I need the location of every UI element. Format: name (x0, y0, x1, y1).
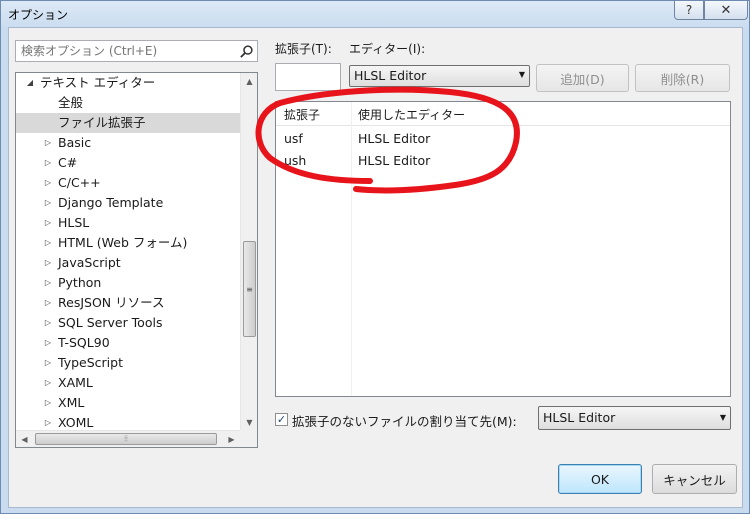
tree-item-label: TypeScript (58, 355, 123, 370)
editor-label: エディター(I): (349, 42, 426, 56)
tree-item[interactable]: 全般 (16, 93, 240, 113)
scroll-thumb[interactable]: ≡ (243, 241, 256, 337)
window-title: オプション (8, 8, 69, 22)
tree-item-label: Basic (58, 135, 92, 150)
collapsed-arrow-icon[interactable]: ▷ (42, 253, 54, 273)
tree-item-label: 全般 (58, 95, 84, 110)
collapsed-arrow-icon[interactable]: ▷ (42, 153, 54, 173)
collapsed-arrow-icon[interactable]: ▷ (42, 313, 54, 333)
tree-horizontal-scrollbar[interactable]: ◀ ⦙⦙ ▶ (16, 430, 240, 447)
collapsed-arrow-icon[interactable]: ▷ (42, 373, 54, 393)
tree-item[interactable]: ▷ ResJSON リソース (16, 293, 240, 313)
tree-vertical-scrollbar[interactable]: ▲ ≡ ▼ (240, 73, 257, 430)
tree-item-label: T-SQL90 (58, 335, 110, 350)
no-extension-editor-dropdown[interactable]: HLSL Editor ▼ (538, 406, 731, 430)
no-extension-label: 拡張子のないファイルの割り当て先(M): (292, 414, 517, 429)
collapsed-arrow-icon[interactable]: ▷ (42, 173, 54, 193)
tree-item[interactable]: ▷ HLSL (16, 213, 240, 233)
tree-item-label: XML (58, 395, 85, 410)
scroll-up-arrow-icon[interactable]: ▲ (241, 73, 257, 89)
expanded-arrow-icon[interactable]: ◢ (24, 73, 36, 93)
tree-item[interactable]: ▷ SQL Server Tools (16, 313, 240, 333)
tree-item-label: XAML (58, 375, 93, 390)
search-input[interactable] (16, 41, 236, 61)
tree-item[interactable]: ▷ Python (16, 273, 240, 293)
scroll-right-arrow-icon[interactable]: ▶ (223, 431, 240, 447)
tree-item[interactable]: ▷ C/C++ (16, 173, 240, 193)
tree-item[interactable]: ▷ Basic (16, 133, 240, 153)
list-header: 拡張子 使用したエディター (276, 102, 730, 126)
collapsed-arrow-icon[interactable]: ▷ (42, 213, 54, 233)
column-header-editor[interactable]: 使用したエディター (358, 106, 465, 123)
horizontal-scroll-thumb[interactable]: ⦙⦙ (35, 433, 217, 445)
editor-dropdown[interactable]: HLSL Editor ▼ (349, 65, 530, 87)
title-bar: オプション ? ✕ (1, 1, 749, 27)
extension-label: 拡張子(T): (275, 42, 332, 56)
no-extension-checkbox[interactable]: ✓ (275, 413, 288, 426)
collapsed-arrow-icon[interactable]: ▷ (42, 393, 54, 413)
chevron-down-icon: ▼ (518, 70, 525, 79)
tree-item[interactable]: ▷ T-SQL90 (16, 333, 240, 353)
tree-item[interactable]: ファイル拡張子 (16, 113, 240, 133)
options-tree[interactable]: ◢ テキスト エディター全般ファイル拡張子 ▷ Basic ▷ C# ▷ C/C++ ▷ Djan… (15, 72, 258, 448)
collapsed-arrow-icon[interactable]: ▷ (42, 273, 54, 293)
close-icon: ✕ (720, 2, 732, 18)
row-editor: HLSL Editor (358, 131, 431, 146)
scroll-down-arrow-icon[interactable]: ▼ (241, 414, 257, 430)
editor-dropdown-value: HLSL Editor (354, 68, 427, 83)
tree-item-label: C# (58, 155, 78, 170)
search-box[interactable] (15, 40, 258, 62)
tree-item-label: テキスト エディター (40, 75, 156, 90)
tree-item-label: HTML (Web フォーム) (58, 235, 188, 250)
ok-button[interactable]: OK (558, 464, 642, 494)
tree-item-label: C/C++ (58, 175, 101, 190)
tree-item[interactable]: ▷ C# (16, 153, 240, 173)
table-row[interactable]: ush HLSL Editor (276, 150, 730, 172)
tree-item-label: SQL Server Tools (58, 315, 163, 330)
cancel-button[interactable]: キャンセル (652, 464, 737, 494)
close-button[interactable]: ✕ (704, 1, 748, 20)
row-extension: ush (284, 153, 307, 168)
row-extension: usf (284, 131, 303, 146)
tree-item[interactable]: ▷ XAML (16, 373, 240, 393)
extension-input[interactable] (275, 63, 341, 91)
collapsed-arrow-icon[interactable]: ▷ (42, 293, 54, 313)
collapsed-arrow-icon[interactable]: ▷ (42, 233, 54, 253)
dialog-client-area: ◢ テキスト エディター全般ファイル拡張子 ▷ Basic ▷ C# ▷ C/C++ ▷ Djan… (8, 27, 743, 508)
collapsed-arrow-icon[interactable]: ▷ (42, 353, 54, 373)
tree-item-label: ResJSON リソース (58, 295, 165, 310)
collapsed-arrow-icon[interactable]: ▷ (42, 333, 54, 353)
table-row[interactable]: usf HLSL Editor (276, 128, 730, 150)
collapsed-arrow-icon[interactable]: ▷ (42, 193, 54, 213)
column-header-extension[interactable]: 拡張子 (284, 106, 320, 123)
row-editor: HLSL Editor (358, 153, 431, 168)
tree-item[interactable]: ▷ XML (16, 393, 240, 413)
tree-item[interactable]: ◢ テキスト エディター (16, 73, 240, 93)
tree-item[interactable]: ▷ JavaScript (16, 253, 240, 273)
tree-list: ◢ テキスト エディター全般ファイル拡張子 ▷ Basic ▷ C# ▷ C/C++ ▷ Djan… (16, 73, 240, 433)
scroll-left-arrow-icon[interactable]: ◀ (16, 431, 33, 447)
tree-item[interactable]: ▷ Django Template (16, 193, 240, 213)
tree-item[interactable]: ▷ TypeScript (16, 353, 240, 373)
help-button[interactable]: ? (674, 1, 704, 20)
tree-item-label: Django Template (58, 195, 164, 210)
remove-button[interactable]: 削除(R) (635, 64, 730, 92)
chevron-down-icon: ▼ (719, 413, 726, 422)
collapsed-arrow-icon[interactable]: ▷ (42, 133, 54, 153)
scroll-corner (240, 430, 257, 447)
help-icon: ? (685, 3, 693, 17)
tree-item-label: JavaScript (58, 255, 121, 270)
extension-mapping-list[interactable]: 拡張子 使用したエディター usf HLSL Editor ush HLSL E… (275, 101, 731, 397)
add-button[interactable]: 追加(D) (536, 64, 629, 92)
tree-item-label: Python (58, 275, 102, 290)
tree-item-label: HLSL (58, 215, 90, 230)
search-icon[interactable] (239, 44, 254, 59)
no-extension-editor-value: HLSL Editor (543, 410, 616, 425)
options-dialog: オプション ? ✕ ◢テキスト エディター全般ファイル拡張子▷Basic▷C#▷… (0, 0, 750, 514)
tree-item[interactable]: ▷ HTML (Web フォーム) (16, 233, 240, 253)
tree-item-label: ファイル拡張子 (58, 115, 146, 130)
